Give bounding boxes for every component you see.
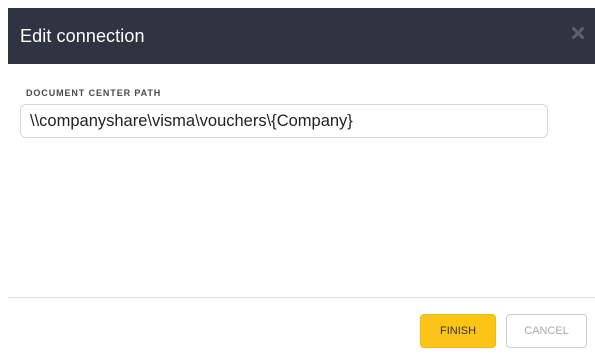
close-icon[interactable] xyxy=(571,26,585,40)
document-center-path-label: DOCUMENT CENTER PATH xyxy=(26,88,162,98)
footer-divider xyxy=(8,297,595,298)
cancel-button[interactable]: CANCEL xyxy=(506,314,587,348)
dialog-header: Edit connection xyxy=(8,8,595,64)
finish-button[interactable]: FINISH xyxy=(420,314,496,348)
dialog-title: Edit connection xyxy=(20,25,145,46)
document-center-path-input[interactable] xyxy=(20,104,548,138)
edit-connection-dialog: Edit connection DOCUMENT CENTER PATH FIN… xyxy=(0,0,595,358)
